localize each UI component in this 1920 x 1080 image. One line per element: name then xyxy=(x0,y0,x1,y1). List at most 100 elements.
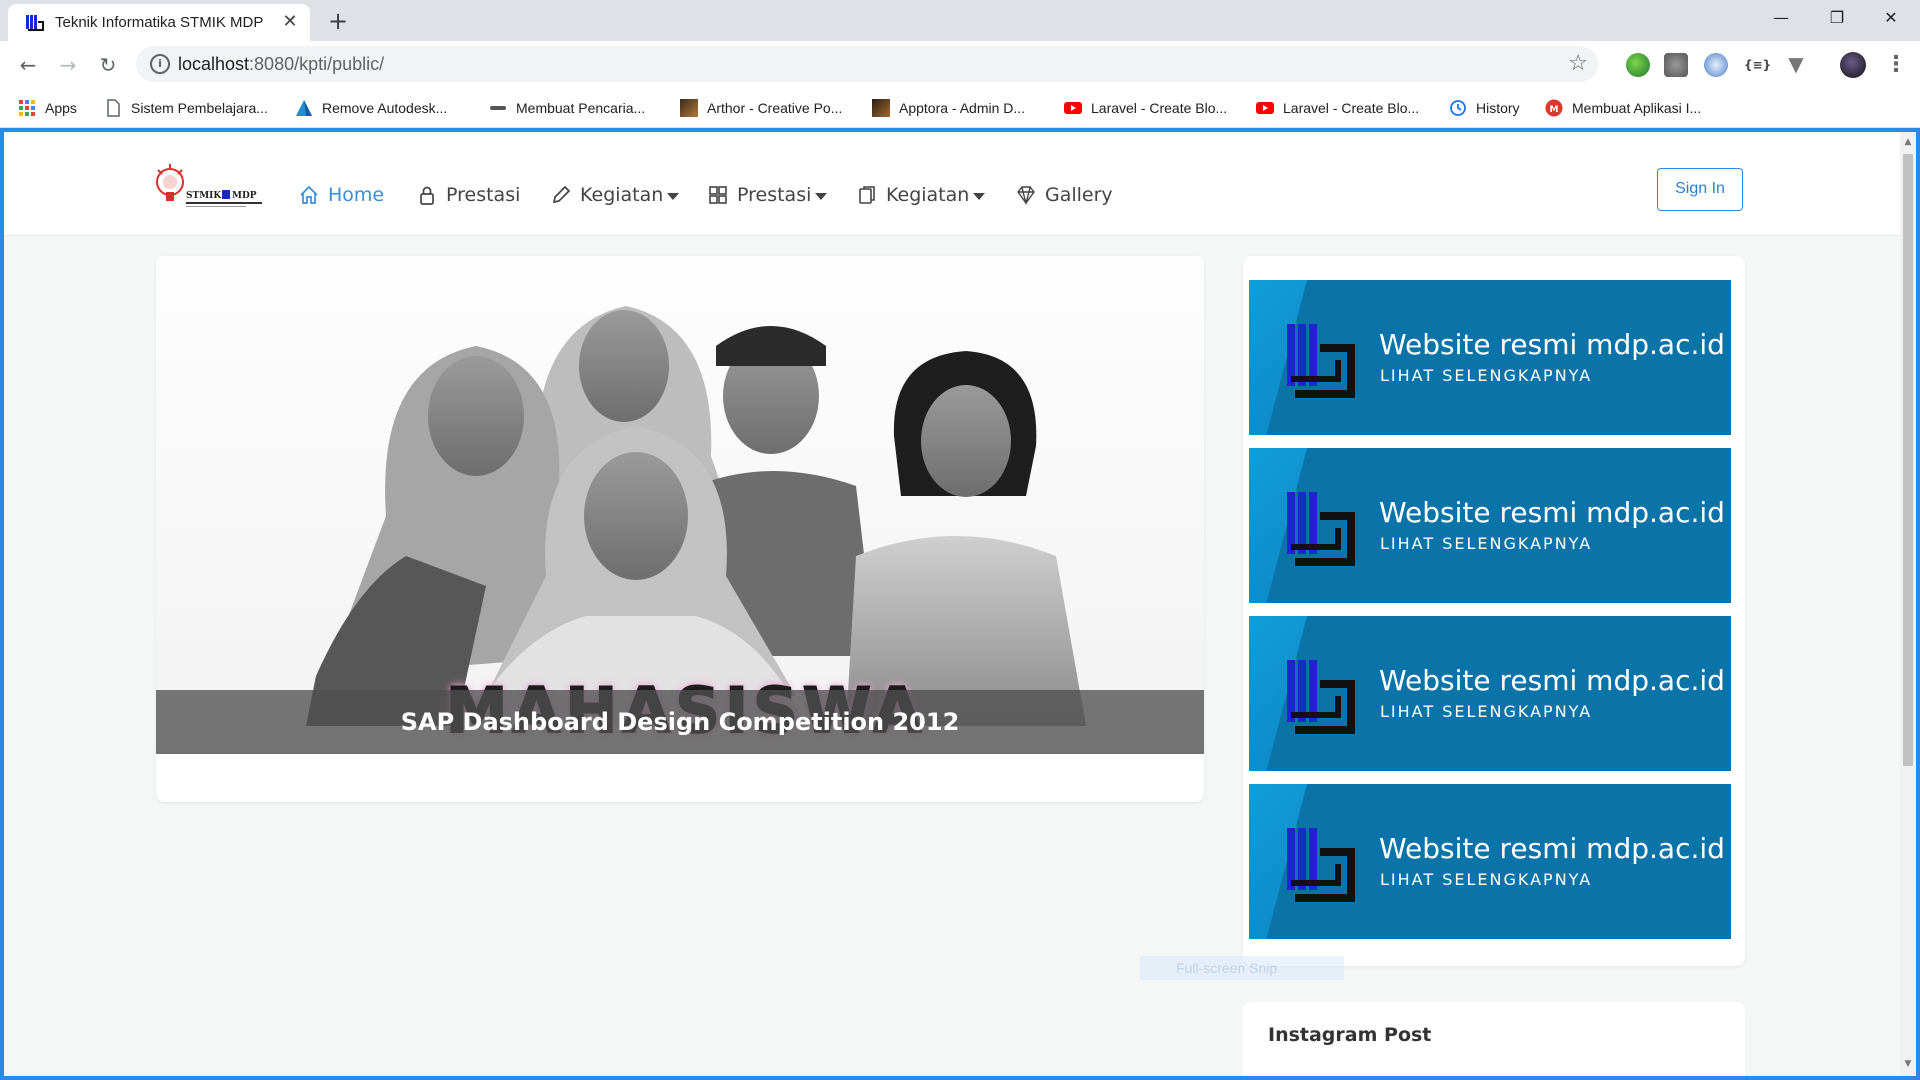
close-window-button[interactable]: ✕ xyxy=(1862,0,1920,36)
extension-json-icon[interactable]: {≡} xyxy=(1744,53,1771,77)
arrow-left-icon: ← xyxy=(19,53,37,77)
url-text[interactable]: localhost:8080/kpti/public/ xyxy=(178,54,384,75)
browser-menu-icon[interactable]: ⋮ xyxy=(1884,51,1908,79)
nav-label: Prestasi xyxy=(737,184,812,206)
nav-label: Prestasi xyxy=(446,184,521,206)
extension-globe-icon[interactable] xyxy=(1626,53,1650,77)
info-icon[interactable]: i xyxy=(150,54,170,74)
bookmark-label: Apptora - Admin D... xyxy=(899,100,1026,116)
instagram-title: Instagram Post xyxy=(1268,1024,1432,1046)
extension-vue-icon[interactable]: ▼ xyxy=(1784,53,1808,77)
diamond-icon xyxy=(1017,186,1035,206)
scroll-down-icon[interactable]: ▼ xyxy=(1903,1058,1913,1070)
browser-tab[interactable]: Teknik Informatika STMIK MDP ✕ xyxy=(8,4,310,41)
minimize-button[interactable]: — xyxy=(1752,0,1810,36)
youtube-icon xyxy=(1256,102,1274,114)
lock-icon xyxy=(420,186,434,205)
nav-prestasi[interactable]: Prestasi xyxy=(416,184,520,206)
bookmark-label: Remove Autodesk... xyxy=(322,100,448,116)
tab-close-icon[interactable]: ✕ xyxy=(280,12,300,32)
forward-button[interactable]: → xyxy=(54,51,82,79)
bookmark-apps[interactable]: Apps xyxy=(18,88,77,128)
mdp-logo-icon xyxy=(1287,324,1355,398)
caret-down-icon xyxy=(973,192,986,200)
bookmark-label: Laravel - Create Blo... xyxy=(1091,100,1228,116)
address-bar[interactable]: i localhost:8080/kpti/public/ ☆ xyxy=(136,46,1598,82)
promo-subtitle: LIHAT SELENGKAPNYA xyxy=(1380,534,1593,553)
bookmark-item[interactable]: Remove Autodesk... xyxy=(295,88,447,128)
promo-title: Website resmi mdp.ac.id xyxy=(1379,832,1725,865)
reload-icon: ↻ xyxy=(99,53,117,77)
scroll-thumb[interactable] xyxy=(1903,154,1913,766)
svg-text:MDP: MDP xyxy=(232,191,257,201)
nav-prestasi-dropdown[interactable]: Prestasi xyxy=(707,184,828,206)
promo-banner[interactable]: Website resmi mdp.ac.id LIHAT SELENGKAPN… xyxy=(1249,784,1731,939)
svg-text:M: M xyxy=(1550,105,1559,115)
promo-subtitle: LIHAT SELENGKAPNYA xyxy=(1380,366,1593,385)
url-path: :8080/kpti/public/ xyxy=(249,54,385,74)
promo-banner[interactable]: Website resmi mdp.ac.id LIHAT SELENGKAPN… xyxy=(1249,448,1731,603)
page-scrollbar[interactable]: ▲ ▼ xyxy=(1900,132,1916,1076)
sign-in-button[interactable]: Sign In xyxy=(1657,168,1743,211)
home-icon xyxy=(300,185,318,204)
promo-subtitle: LIHAT SELENGKAPNYA xyxy=(1380,702,1593,721)
mdp-logo-icon xyxy=(1287,828,1355,902)
nav-gallery[interactable]: Gallery xyxy=(1015,184,1113,206)
back-button[interactable]: ← xyxy=(14,51,42,79)
promo-banner[interactable]: Website resmi mdp.ac.id LIHAT SELENGKAPN… xyxy=(1249,280,1731,435)
youtube-icon xyxy=(1064,102,1082,114)
carousel-caption: SAP Dashboard Design Competition 2012 xyxy=(400,708,960,736)
nav-label: Kegiatan xyxy=(580,184,664,206)
bookmark-item[interactable]: Apptora - Admin D... xyxy=(872,88,1025,128)
new-tab-button[interactable]: + xyxy=(324,8,352,36)
snip-overlay: Full-screen Snip xyxy=(1140,956,1344,980)
dash-icon xyxy=(490,106,506,110)
svg-text:STMIK: STMIK xyxy=(186,191,222,201)
promo-subtitle: LIHAT SELENGKAPNYA xyxy=(1380,870,1593,889)
instagram-card: Instagram Post xyxy=(1243,1002,1745,1076)
extension-circle-icon[interactable] xyxy=(1704,53,1728,77)
caret-down-icon xyxy=(667,192,680,200)
bookmark-star-icon[interactable]: ☆ xyxy=(1568,51,1588,76)
bookmark-item[interactable]: Laravel - Create Blo... xyxy=(1064,88,1227,128)
profile-avatar[interactable] xyxy=(1840,52,1866,78)
bookmark-label: Sistem Pembelajara... xyxy=(131,100,268,116)
bookmark-item[interactable]: Arthor - Creative Po... xyxy=(680,88,842,128)
nav-kegiatan-dropdown[interactable]: Kegiatan xyxy=(550,184,680,206)
hero-carousel[interactable]: MAHASISWA PENGUSAHA SAP Dashboard Design… xyxy=(156,256,1204,754)
caret-down-icon xyxy=(815,192,828,200)
nav-label: Home xyxy=(328,184,385,206)
bookmark-item[interactable]: History xyxy=(1449,88,1520,128)
nav-kegiatan-dropdown-2[interactable]: Kegiatan xyxy=(856,184,986,206)
nav-label: Kegiatan xyxy=(886,184,970,206)
bookmark-item[interactable]: Membuat Pencaria... xyxy=(489,88,645,128)
bookmark-item[interactable]: M Membuat Aplikasi I... xyxy=(1545,88,1701,128)
bookmark-label: History xyxy=(1476,100,1520,116)
extension-tool-icon[interactable] xyxy=(1664,53,1688,77)
clipboard-icon xyxy=(859,186,875,204)
bookmark-item[interactable]: Sistem Pembelajara... xyxy=(104,88,268,128)
bookmark-item[interactable]: Laravel - Create Blo... xyxy=(1256,88,1419,128)
mdp-favicon-icon xyxy=(26,15,44,31)
promo-title: Website resmi mdp.ac.id xyxy=(1379,496,1725,529)
stmik-mdp-logo[interactable]: STMIK MDP xyxy=(154,162,266,214)
mdp-logo-icon xyxy=(1287,492,1355,566)
nav-label: Gallery xyxy=(1045,184,1113,206)
reload-button[interactable]: ↻ xyxy=(94,51,122,79)
autodesk-icon xyxy=(296,100,312,116)
scroll-up-icon[interactable]: ▲ xyxy=(1903,136,1913,148)
nav-home[interactable]: Home xyxy=(298,184,384,206)
bookmark-label: Membuat Pencaria... xyxy=(516,100,646,116)
maximize-button[interactable]: ❐ xyxy=(1808,0,1866,36)
page-icon xyxy=(107,99,120,117)
bookmark-label: Apps xyxy=(45,100,77,116)
promo-sidebar-card: Website resmi mdp.ac.id LIHAT SELENGKAPN… xyxy=(1243,256,1745,966)
thumb-icon xyxy=(872,99,890,117)
pencil-icon xyxy=(552,185,571,204)
tab-title: Teknik Informatika STMIK MDP xyxy=(55,14,264,31)
bookmark-label: Arthor - Creative Po... xyxy=(707,100,843,116)
url-host: localhost xyxy=(178,54,250,74)
promo-banner[interactable]: Website resmi mdp.ac.id LIHAT SELENGKAPN… xyxy=(1249,616,1731,771)
badge-icon: M xyxy=(1545,99,1563,117)
thumb-icon xyxy=(680,99,698,117)
